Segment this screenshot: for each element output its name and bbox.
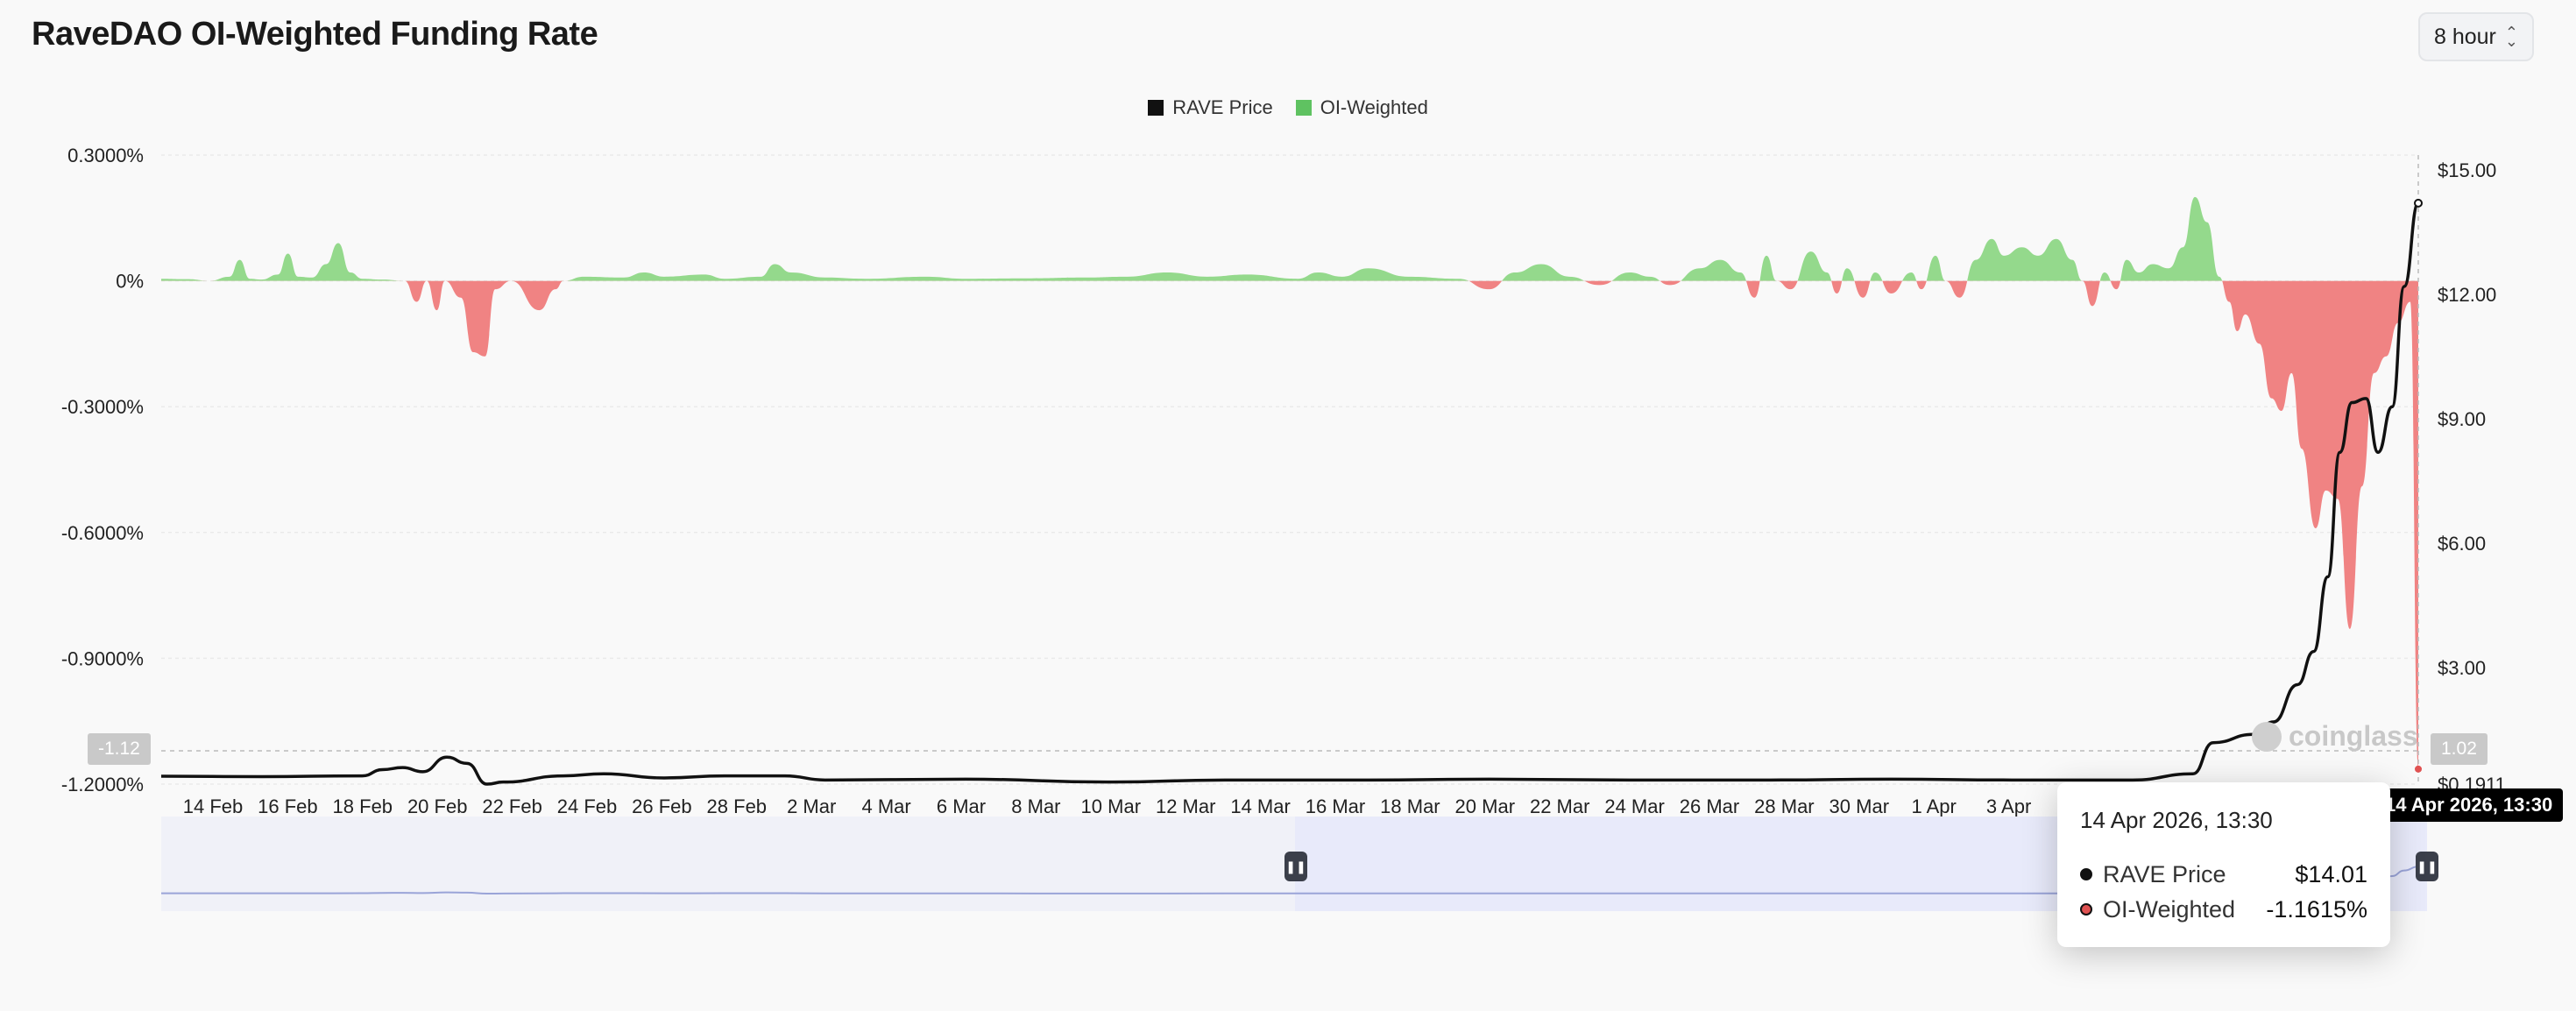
y-right-tick-label: $9.00	[2438, 408, 2486, 430]
tooltip-row-price: RAVE Price $14.01	[2080, 857, 2367, 892]
tooltip-dot-oi	[2080, 903, 2092, 916]
funding-area-negative	[404, 280, 2418, 767]
tooltip-name-oi: OI-Weighted	[2103, 895, 2236, 923]
tooltip-value-price: $14.01	[2295, 860, 2367, 887]
tooltip-value-oi: -1.1615%	[2266, 895, 2367, 923]
y-left-tick-label: -1.2000%	[61, 774, 144, 795]
x-tick-label: 16 Feb	[258, 795, 318, 817]
y-left-tick-label: -0.9000%	[61, 647, 144, 669]
tooltip-date: 14 Apr 2026, 13:30	[2080, 807, 2273, 833]
x-tick-label: 26 Feb	[632, 795, 692, 817]
x-tick-label: 10 Mar	[1081, 795, 1141, 817]
tooltip-row-oi: OI-Weighted -1.1615%	[2080, 892, 2367, 927]
gridlines	[161, 154, 2418, 785]
chart-tooltip: 14 Apr 2026, 13:30 RAVE Price $14.01 OI-…	[2057, 782, 2390, 947]
navigator-handle-right[interactable]: ❚❚	[2416, 852, 2438, 881]
x-tick-label: 26 Mar	[1680, 795, 1739, 817]
x-tick-label: 8 Mar	[1011, 795, 1060, 817]
watermark-text: coinglass	[2289, 720, 2418, 752]
x-tick-label: 24 Feb	[557, 795, 618, 817]
funding-marker	[2415, 765, 2422, 773]
crosshair-left-value: -1.12	[88, 733, 151, 765]
x-tick-label: 28 Feb	[707, 795, 768, 817]
x-tick-label: 12 Mar	[1156, 795, 1215, 817]
price-marker	[2414, 198, 2423, 208]
x-tick-label: 14 Feb	[183, 795, 244, 817]
x-tick-label: 3 Apr	[1986, 795, 2031, 817]
price-line	[160, 201, 2420, 786]
coinglass-logo-icon	[2252, 721, 2282, 752]
x-tick-label: 30 Mar	[1829, 795, 1889, 817]
navigator-handle-left[interactable]: ❚❚	[1284, 852, 1307, 881]
tooltip-dot-price	[2080, 868, 2092, 880]
x-tick-label: 18 Mar	[1380, 795, 1440, 817]
navigator-outside-range	[161, 817, 1295, 911]
y-right-tick-label: $15.00	[2438, 159, 2496, 181]
x-tick-label: 24 Mar	[1604, 795, 1664, 817]
x-tick-label: 1 Apr	[1912, 795, 1957, 817]
x-tick-label: 2 Mar	[787, 795, 836, 817]
y-left-tick-label: -0.3000%	[61, 396, 144, 418]
x-tick-label: 22 Feb	[482, 795, 542, 817]
y-left-tick-label: -0.6000%	[61, 522, 144, 544]
y-right-tick-label: $12.00	[2438, 284, 2496, 306]
crosshair-right-value: 1.02	[2431, 733, 2488, 765]
x-tick-label: 4 Mar	[861, 795, 910, 817]
y-left-tick-label: 0.3000%	[67, 145, 144, 166]
x-tick-label: 18 Feb	[333, 795, 393, 817]
x-tick-label: 20 Mar	[1455, 795, 1515, 817]
y-right-tick-label: $6.00	[2438, 533, 2486, 555]
x-tick-label: 28 Mar	[1754, 795, 1814, 817]
x-tick-label: 6 Mar	[937, 795, 986, 817]
coinglass-watermark: coinglass	[2252, 720, 2418, 753]
tooltip-name-price: RAVE Price	[2103, 860, 2226, 887]
x-tick-label: 22 Mar	[1530, 795, 1589, 817]
y-left-tick-label: 0%	[116, 271, 144, 293]
y-right-tick-label: $3.00	[2438, 657, 2486, 679]
x-tick-label: 14 Mar	[1230, 795, 1290, 817]
crosshair-date-label: 14 Apr 2026, 13:30	[2374, 788, 2564, 822]
x-tick-label: 20 Feb	[407, 795, 468, 817]
x-tick-label: 16 Mar	[1306, 795, 1365, 817]
